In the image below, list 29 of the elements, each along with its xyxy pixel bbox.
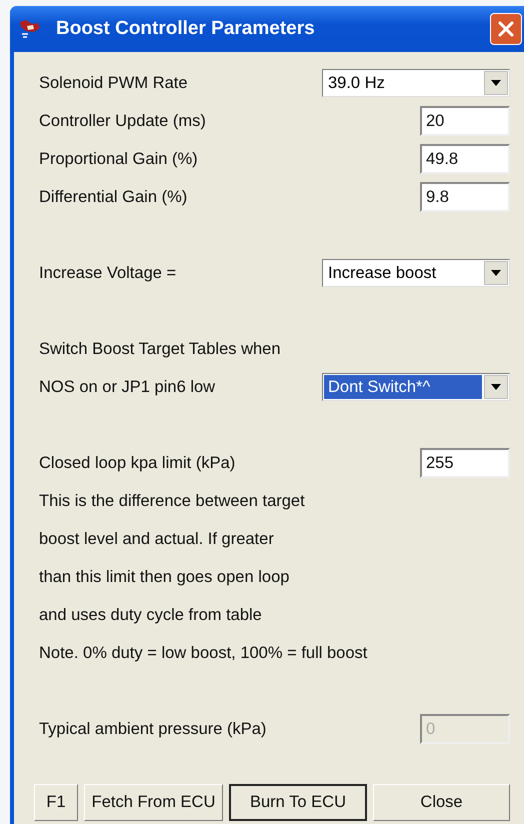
dialog-button[interactable]: Burn To ECU: [229, 784, 367, 821]
window-title: Boost Controller Parameters: [56, 18, 316, 40]
field-label: Controller Update (ms): [39, 112, 206, 130]
dialog-button[interactable]: Close: [373, 784, 510, 821]
input-field[interactable]: 9.8: [420, 182, 510, 212]
dropdown[interactable]: 39.0 Hz: [322, 69, 510, 97]
input-field[interactable]: 255: [420, 448, 510, 478]
close-button[interactable]: [490, 13, 522, 45]
description-text: than this limit then goes open loop: [39, 568, 290, 586]
input-field[interactable]: 20: [420, 106, 510, 136]
description-text: This is the difference between target: [39, 492, 305, 510]
description-text: and uses duty cycle from table: [39, 606, 262, 624]
field-label: Closed loop kpa limit (kPa): [39, 454, 236, 472]
close-icon: [496, 19, 516, 39]
dropdown[interactable]: Increase boost: [322, 259, 510, 287]
app-icon: [18, 18, 42, 40]
field-label: Typical ambient pressure (kPa): [39, 720, 266, 738]
field-label: Proportional Gain (%): [39, 150, 198, 168]
description-text: Switch Boost Target Tables when: [39, 340, 281, 358]
input-field[interactable]: 49.8: [420, 144, 510, 174]
field-label: Increase Voltage =: [39, 264, 176, 282]
description-text: Note. 0% duty = low boost, 100% = full boost: [39, 644, 368, 662]
description-text: boost level and actual. If greater: [39, 530, 274, 548]
field-label: NOS on or JP1 pin6 low: [39, 378, 216, 396]
dialog-button[interactable]: F1: [34, 784, 78, 821]
field-label: Differential Gain (%): [39, 188, 188, 206]
dropdown[interactable]: Dont Switch*^: [322, 373, 510, 401]
dialog-button[interactable]: Fetch From ECU: [84, 784, 223, 821]
field-label: Solenoid PWM Rate: [39, 74, 188, 92]
